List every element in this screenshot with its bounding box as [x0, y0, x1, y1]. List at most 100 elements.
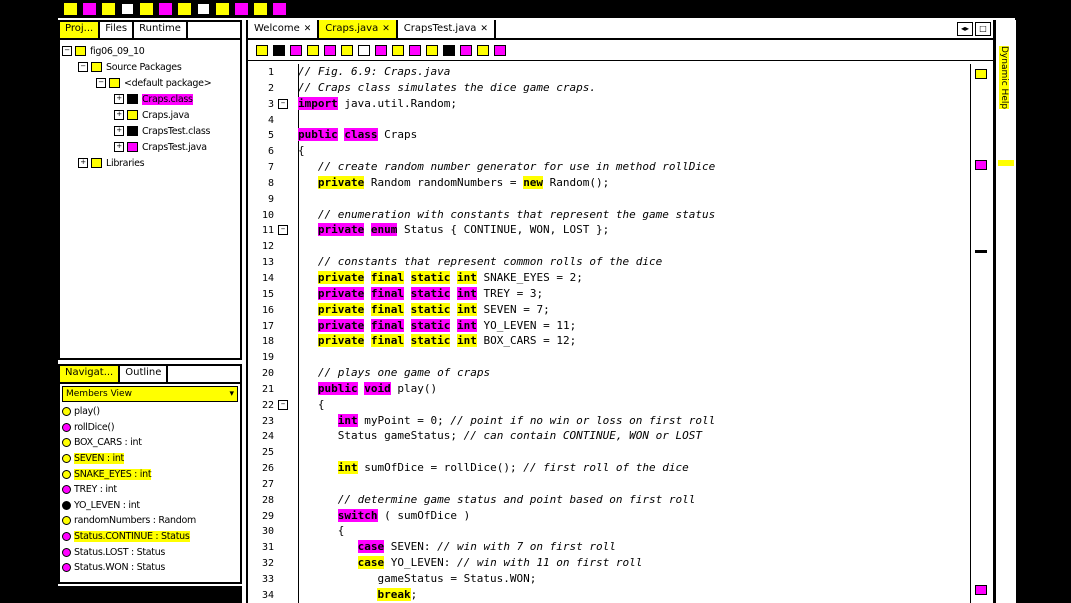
expand-icon[interactable]: +	[114, 126, 124, 136]
collapse-icon[interactable]: −	[96, 78, 106, 88]
member-item[interactable]: SNAKE_EYES : int	[60, 466, 240, 482]
new-project-icon[interactable]	[83, 3, 96, 15]
tab-outline[interactable]: Outline	[120, 366, 169, 382]
expand-icon[interactable]: +	[114, 94, 124, 104]
code-line[interactable]: 21 public void play()	[248, 381, 971, 397]
member-item[interactable]: Status.CONTINUE : Status	[60, 529, 240, 545]
code-line[interactable]: 8 private Random randomNumbers = new Ran…	[248, 175, 971, 191]
code-line[interactable]: 20 // plays one game of craps	[248, 365, 971, 381]
debug-icon[interactable]	[273, 3, 286, 15]
tree-item-source-packages[interactable]: − Source Packages	[60, 59, 240, 75]
tree-item-libraries[interactable]: + Libraries	[60, 155, 240, 171]
fold-icon[interactable]: −	[278, 399, 288, 410]
code-line[interactable]: 3− import java.util.Random;	[248, 96, 971, 112]
tab-crapstest-java[interactable]: CrapsTest.java ✕	[398, 20, 496, 38]
close-icon[interactable]: ✕	[382, 21, 390, 37]
maximize-icon[interactable]: □	[975, 22, 991, 36]
code-line[interactable]: 29 switch ( sumOfDice )	[248, 508, 971, 524]
code-line[interactable]: 30 {	[248, 523, 971, 539]
member-item[interactable]: Status.WON : Status	[60, 560, 240, 576]
code-line[interactable]: 27	[248, 476, 971, 492]
code-area[interactable]: 1 // Fig. 6.9: Craps.java 2 // Craps class …	[248, 64, 971, 603]
shift-right-icon[interactable]	[426, 44, 438, 56]
build-icon[interactable]	[235, 3, 248, 15]
tab-runtime[interactable]: Runtime	[134, 22, 188, 38]
back-icon[interactable]	[256, 44, 268, 56]
scroll-down-icon[interactable]	[975, 585, 987, 595]
copy-icon[interactable]	[159, 3, 172, 15]
code-line[interactable]: 14 private final static int SNAKE_EYES =…	[248, 270, 971, 286]
tab-welcome[interactable]: Welcome ✕	[248, 20, 320, 38]
member-item[interactable]: TREY : int	[60, 482, 240, 498]
code-line[interactable]: 34 break;	[248, 587, 971, 603]
shift-left-icon[interactable]	[409, 44, 421, 56]
member-item[interactable]: Status.LOST : Status	[60, 544, 240, 560]
code-line[interactable]: 25	[248, 444, 971, 460]
code-line[interactable]: 15 private final static int TREY = 3;	[248, 286, 971, 302]
code-line[interactable]: 12	[248, 238, 971, 254]
collapse-icon[interactable]: −	[78, 62, 88, 72]
member-item[interactable]: BOX_CARS : int	[60, 435, 240, 451]
code-line[interactable]: 19	[248, 349, 971, 365]
code-line[interactable]: 26 int sumOfDice = rollDice(); // first …	[248, 460, 971, 476]
code-line[interactable]: 17 private final static int YO_LEVEN = 1…	[248, 318, 971, 334]
find-icon[interactable]	[290, 44, 302, 56]
editor-scrollbar[interactable]	[970, 64, 993, 603]
code-line[interactable]: 16 private final static int SEVEN = 7;	[248, 302, 971, 318]
open-icon[interactable]	[102, 3, 115, 15]
member-item[interactable]: rollDice()	[60, 420, 240, 436]
close-icon[interactable]: ✕	[304, 21, 312, 37]
tab-navigator[interactable]: Navigat...	[60, 366, 121, 382]
fold-icon[interactable]: −	[278, 225, 288, 236]
dynamic-help-tab[interactable]: Dynamic Help	[999, 46, 1009, 110]
redo-icon[interactable]	[216, 3, 229, 15]
uncomment-icon[interactable]	[494, 44, 506, 56]
fold-icon[interactable]: −	[278, 98, 288, 109]
tree-item-craps-class[interactable]: + Craps.class	[60, 91, 240, 107]
tree-item-project[interactable]: − fig06_09_10	[60, 43, 240, 59]
save-icon[interactable]	[121, 3, 134, 15]
error-marker-icon[interactable]	[975, 160, 987, 170]
undo-icon[interactable]	[197, 3, 210, 15]
code-line[interactable]: 28 // determine game status and point ba…	[248, 492, 971, 508]
tab-projects[interactable]: Proj...	[60, 22, 101, 38]
tab-list-icon[interactable]: ◂▸	[957, 22, 973, 36]
code-line[interactable]: 2 // Craps class simulates the dice game …	[248, 80, 971, 96]
cut-icon[interactable]	[140, 3, 153, 15]
new-file-icon[interactable]	[64, 3, 77, 15]
record-macro-icon[interactable]	[443, 44, 455, 56]
expand-icon[interactable]: +	[114, 110, 124, 120]
member-item[interactable]: SEVEN : int	[60, 451, 240, 467]
code-line[interactable]: 1 // Fig. 6.9: Craps.java	[248, 64, 971, 80]
code-line[interactable]: 18 private final static int BOX_CARS = 1…	[248, 333, 971, 349]
previous-bookmark-icon[interactable]	[375, 44, 387, 56]
paste-icon[interactable]	[178, 3, 191, 15]
toggle-highlight-icon[interactable]	[341, 44, 353, 56]
expand-icon[interactable]: +	[78, 158, 88, 168]
tree-item-crapstest-class[interactable]: + CrapsTest.class	[60, 123, 240, 139]
toggle-bookmark-icon[interactable]	[358, 44, 370, 56]
code-line[interactable]: 9	[248, 191, 971, 207]
code-line[interactable]: 32 case YO_LEVEN: // win with 11 on firs…	[248, 555, 971, 571]
code-line[interactable]: 24 Status gameStatus; // can contain CON…	[248, 428, 971, 444]
code-line[interactable]: 33 gameStatus = Status.WON;	[248, 571, 971, 587]
member-item[interactable]: randomNumbers : Random	[60, 513, 240, 529]
tab-craps-java[interactable]: Craps.java ✕	[319, 20, 398, 38]
forward-icon[interactable]	[273, 44, 285, 56]
find-next-icon[interactable]	[324, 44, 336, 56]
scroll-up-icon[interactable]	[975, 69, 987, 79]
member-item[interactable]: play()	[60, 404, 240, 420]
code-line[interactable]: 6{	[248, 143, 971, 159]
expand-icon[interactable]: +	[114, 142, 124, 152]
tab-files[interactable]: Files	[100, 22, 135, 38]
run-icon[interactable]	[254, 3, 267, 15]
tree-item-craps-java[interactable]: + Craps.java	[60, 107, 240, 123]
code-line[interactable]: 4	[248, 112, 971, 128]
code-line[interactable]: 11− private enum Status { CONTINUE, WON,…	[248, 222, 971, 238]
close-icon[interactable]: ✕	[480, 21, 488, 37]
collapse-icon[interactable]: −	[62, 46, 72, 56]
scroll-thumb[interactable]	[975, 250, 987, 253]
member-item[interactable]: YO_LEVEN : int	[60, 498, 240, 514]
members-view-select[interactable]: Members View ▾	[62, 386, 238, 402]
code-line[interactable]: 7 // create random number generator for …	[248, 159, 971, 175]
